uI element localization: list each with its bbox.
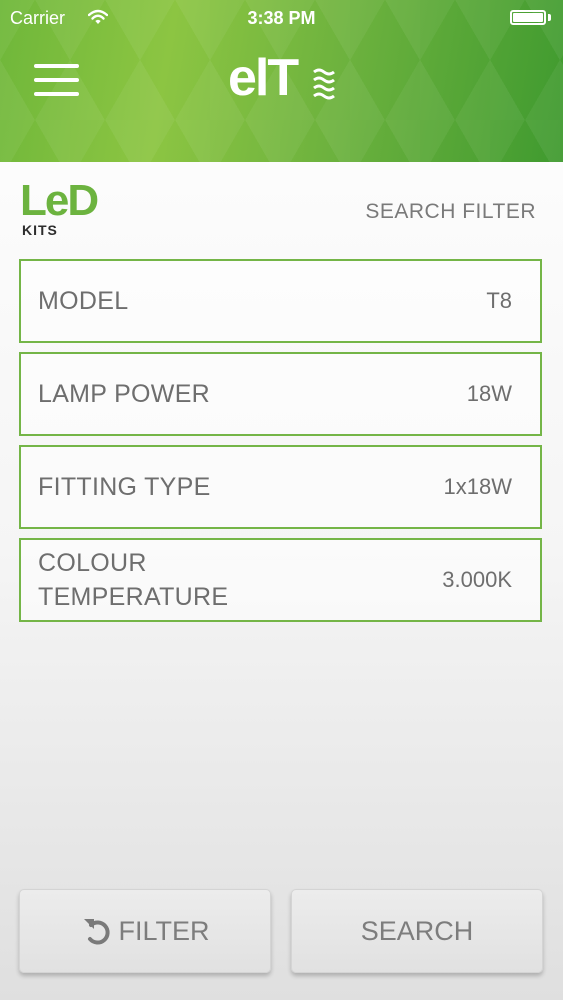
menu-button[interactable] — [34, 58, 80, 100]
reset-icon — [84, 919, 111, 945]
menu-icon-bar — [34, 78, 79, 82]
filter-row-lamp-power[interactable]: LAMP POWER 18W — [19, 352, 542, 436]
led-kits-logo: LeD KITS — [20, 178, 110, 240]
battery-tip — [548, 14, 551, 21]
filter-label: FITTING TYPE — [38, 473, 211, 501]
filter-value: 1x18W — [443, 474, 512, 499]
menu-icon-bar — [34, 92, 79, 96]
search-button[interactable]: SEARCH — [291, 889, 543, 973]
filter-value: T8 — [486, 288, 512, 313]
filter-row-model[interactable]: MODEL T8 — [19, 259, 542, 343]
filter-label: LAMP POWER — [38, 380, 211, 408]
reset-filter-button[interactable]: FILTER — [19, 889, 271, 973]
status-bar: Carrier 3:38 PM — [0, 0, 563, 36]
elt-logo: elT — [228, 48, 338, 108]
reset-filter-label: FILTER — [118, 915, 210, 946]
filter-value: 18W — [466, 381, 512, 406]
filter-label: MODEL — [38, 287, 129, 315]
led-logo-word: LeD — [20, 176, 99, 225]
status-time: 3:38 PM — [247, 8, 316, 28]
filter-row-colour-temperature[interactable]: COLOUR TEMPERATURE 3.000K — [19, 538, 542, 622]
filter-row-fitting-type[interactable]: FITTING TYPE 1x18W — [19, 445, 542, 529]
page-title: SEARCH FILTER — [365, 200, 536, 223]
search-button-label: SEARCH — [360, 915, 474, 946]
filter-label: COLOUR TEMPERATURE — [38, 549, 229, 611]
battery-icon — [510, 10, 546, 25]
led-logo-kits: KITS — [22, 222, 58, 238]
filter-value: 3.000K — [442, 567, 512, 592]
elt-logo-waves-icon — [313, 68, 335, 100]
app-header: Carrier 3:38 PM elT — [0, 0, 563, 162]
battery-level — [513, 13, 543, 22]
elt-logo-text: elT — [228, 49, 299, 107]
menu-icon-bar — [34, 64, 79, 68]
